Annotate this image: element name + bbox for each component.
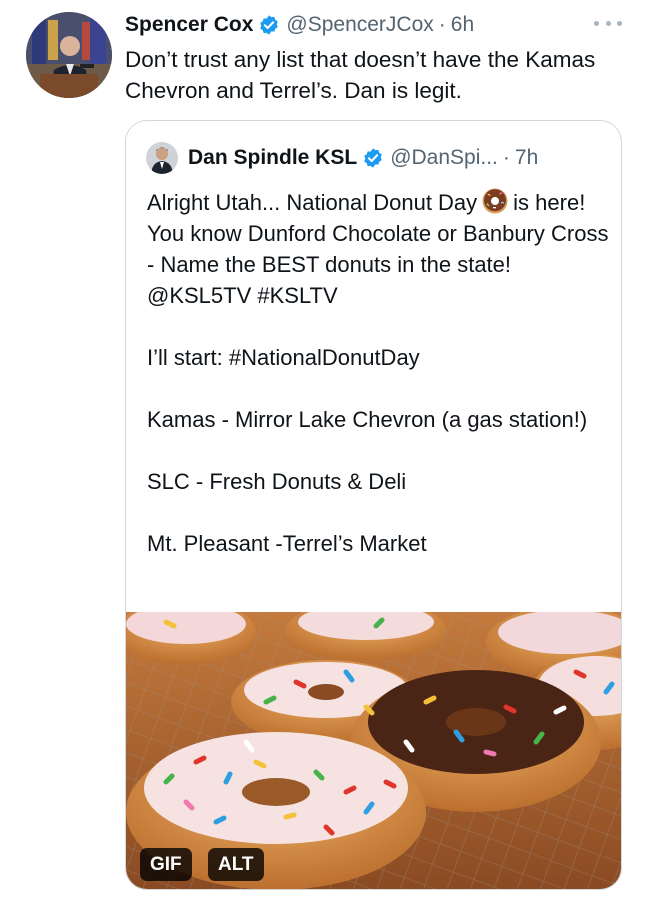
- more-horizontal-icon[interactable]: [594, 15, 622, 31]
- author-avatar[interactable]: [26, 12, 112, 98]
- tweet[interactable]: Spencer Cox @SpencerJCox · 6h Don’t trus…: [0, 0, 648, 900]
- donut-emoji-icon: [481, 187, 509, 215]
- tweet-timestamp[interactable]: 6h: [451, 13, 474, 37]
- quoted-tweet[interactable]: Dan Spindle KSL @DanSpi... · 7h Alright …: [125, 120, 622, 890]
- tweet-text: Don’t trust any list that doesn’t have t…: [125, 47, 596, 103]
- quoted-tweet-text: Alright Utah... National Donut Day is her…: [147, 187, 609, 559]
- tweet-header: Spencer Cox @SpencerJCox · 6h: [125, 8, 474, 42]
- quoted-author-display-name[interactable]: Dan Spindle KSL: [188, 146, 357, 170]
- verified-badge-icon: [258, 14, 280, 36]
- quoted-paragraph-5: Mt. Pleasant -Terrel’s Market: [147, 531, 427, 556]
- verified-badge-icon: [362, 147, 384, 169]
- quoted-line1-before-emoji: Alright Utah... National Donut Day: [147, 190, 478, 215]
- donut-gif-media[interactable]: [126, 612, 621, 889]
- quoted-author-handle[interactable]: @DanSpi...: [390, 146, 498, 170]
- gif-badge: GIF: [140, 848, 192, 881]
- quoted-tweet-header: Dan Spindle KSL @DanSpi... · 7h: [146, 141, 538, 175]
- quoted-author-avatar[interactable]: [146, 142, 178, 174]
- author-display-name[interactable]: Spencer Cox: [125, 13, 253, 37]
- quoted-paragraph-2: I’ll start: #NationalDonutDay: [147, 345, 420, 370]
- quoted-tweet-timestamp[interactable]: 7h: [515, 146, 538, 170]
- quoted-paragraph-4: SLC - Fresh Donuts & Deli: [147, 469, 407, 494]
- author-handle[interactable]: @SpencerJCox: [286, 13, 433, 37]
- quoted-paragraph-3: Kamas - Mirror Lake Chevron (a gas stati…: [147, 407, 588, 432]
- quoted-header-separator: ·: [502, 146, 510, 169]
- quoted-paragraph-1: Alright Utah... National Donut Day is her…: [147, 187, 609, 311]
- header-separator: ·: [438, 13, 446, 36]
- alt-text-button[interactable]: ALT: [208, 848, 264, 881]
